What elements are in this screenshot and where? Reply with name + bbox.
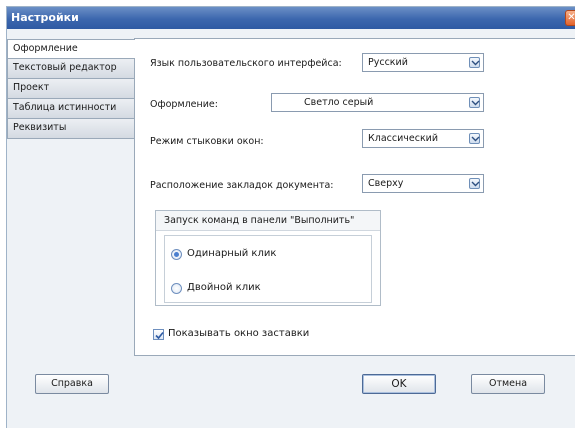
- settings-tabs: Оформление Текстовый редактор Проект Таб…: [7, 39, 135, 139]
- tabs-position-value: Сверху: [368, 178, 404, 189]
- tab-truth-table[interactable]: Таблица истинности: [7, 99, 135, 119]
- settings-dialog: Настройки ✕ Оформление Текстовый редакто…: [6, 6, 575, 428]
- double-click-radio[interactable]: [171, 283, 182, 294]
- close-button[interactable]: ✕: [565, 10, 575, 26]
- appearance-panel: [134, 38, 575, 356]
- show-splash-label: Показывать окно заставки: [168, 328, 310, 339]
- run-commands-options: Одинарный клик Двойной клик: [164, 235, 372, 303]
- chevron-down-icon: [469, 133, 480, 144]
- tab-label: Таблица истинности: [13, 102, 117, 113]
- language-select[interactable]: Русский: [362, 53, 484, 72]
- run-commands-group: Запуск команд в панели "Выполнить" Одина…: [155, 210, 381, 306]
- window-title: Настройки: [11, 11, 79, 24]
- single-click-radio[interactable]: [171, 249, 182, 260]
- tab-label: Проект: [13, 82, 50, 93]
- double-click-label: Двойной клик: [187, 282, 261, 293]
- tab-label: Оформление: [13, 43, 78, 54]
- show-splash-option[interactable]: Показывать окно заставки: [153, 328, 333, 342]
- single-click-option[interactable]: Одинарный клик: [171, 248, 321, 262]
- run-commands-title: Запуск команд в панели "Выполнить": [156, 211, 380, 231]
- tab-label: Реквизиты: [13, 122, 67, 133]
- theme-label: Оформление:: [150, 99, 218, 110]
- show-splash-checkbox[interactable]: [153, 329, 164, 340]
- docking-label: Режим стыковки окон:: [150, 136, 264, 147]
- cancel-button[interactable]: Отмена: [471, 374, 545, 394]
- close-icon: ✕: [567, 12, 575, 23]
- docking-select[interactable]: Классический: [362, 129, 484, 148]
- tab-text-editor[interactable]: Текстовый редактор: [7, 59, 135, 79]
- language-label: Язык пользовательского интерфейса:: [150, 58, 342, 69]
- chevron-down-icon: [469, 57, 480, 68]
- tabs-position-select[interactable]: Сверху: [362, 174, 484, 193]
- ok-button[interactable]: OK: [362, 374, 436, 394]
- help-button[interactable]: Справка: [35, 374, 109, 394]
- tabs-position-label: Расположение закладок документа:: [150, 180, 334, 191]
- theme-select[interactable]: Светло серый: [271, 93, 484, 112]
- tab-label: Текстовый редактор: [13, 62, 117, 73]
- docking-value: Классический: [368, 133, 439, 144]
- tab-appearance[interactable]: Оформление: [7, 39, 135, 59]
- title-bar[interactable]: Настройки ✕: [7, 7, 575, 29]
- theme-value: Светло серый: [304, 97, 374, 108]
- chevron-down-icon: [469, 178, 480, 189]
- language-value: Русский: [368, 57, 408, 68]
- tab-project[interactable]: Проект: [7, 79, 135, 99]
- double-click-option[interactable]: Двойной клик: [171, 282, 321, 296]
- chevron-down-icon: [469, 97, 480, 108]
- radio-selected-dot: [174, 252, 179, 257]
- single-click-label: Одинарный клик: [187, 248, 277, 259]
- tab-requisites[interactable]: Реквизиты: [7, 119, 135, 139]
- checkmark-icon: [155, 331, 164, 340]
